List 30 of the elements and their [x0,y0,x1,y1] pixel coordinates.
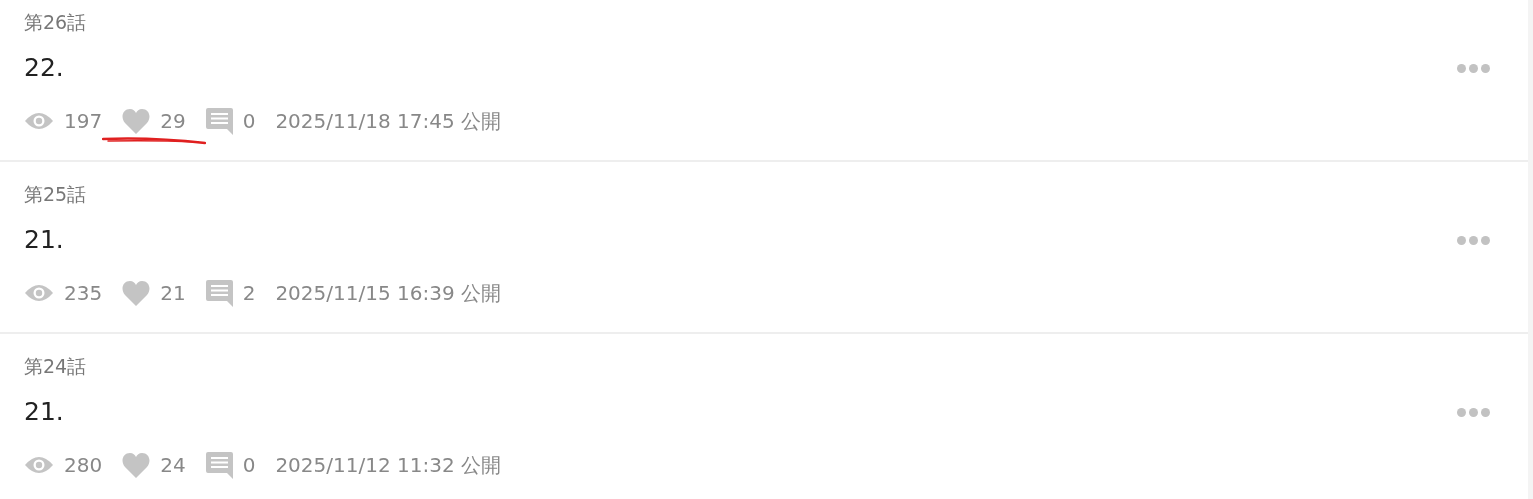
episode-number: 第25話 [24,182,87,206]
episode-title: 22. [24,52,64,84]
eye-icon [24,283,54,303]
comment-count: 2 [242,280,256,307]
comment-count: 0 [242,452,256,479]
comment-icon [205,451,233,479]
comment-icon [205,279,233,307]
episode-number: 第24話 [24,354,87,378]
more-button[interactable] [1457,64,1490,73]
heart-icon [122,452,151,478]
episode-title: 21. [24,396,64,428]
episode-number: 第26話 [24,10,87,34]
comment-icon [205,107,233,135]
more-button[interactable] [1457,236,1490,245]
like-count: 24 [160,452,186,479]
eye-icon [24,455,54,475]
view-count: 280 [64,452,103,479]
comment-count: 0 [242,108,256,135]
publish-date: 2025/11/18 17:45 公開 [275,108,501,135]
view-count: 235 [64,280,103,307]
more-button[interactable] [1457,408,1490,417]
heart-icon [122,280,151,306]
like-count: 21 [160,280,186,307]
view-count: 197 [64,108,103,135]
publish-date: 2025/11/15 16:39 公開 [275,280,501,307]
heart-icon [122,108,151,134]
publish-date: 2025/11/12 11:32 公開 [275,452,501,479]
eye-icon [24,111,54,131]
like-count: 29 [160,108,186,135]
episode-title: 21. [24,224,64,256]
